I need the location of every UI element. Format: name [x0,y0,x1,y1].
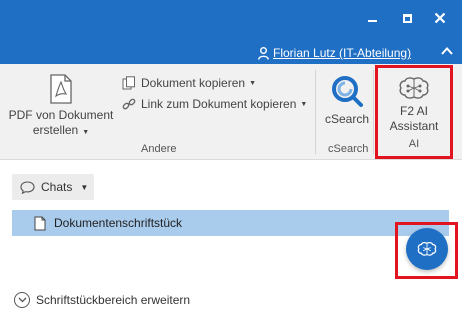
chevron-down-icon: ▼ [249,79,256,87]
user-icon [258,46,269,60]
title-bar: Florian Lutz (IT-Abteilung) [0,0,462,64]
csearch-label: cSearch [324,112,370,126]
user-name[interactable]: Florian Lutz (IT-Abteilung) [273,46,411,60]
csearch-icon [332,76,363,107]
close-icon [434,12,446,24]
minimize-icon [367,20,377,22]
content-pane: Chats ▼ Dokumentenschriftstück Schriftst… [0,160,462,324]
user-account-link[interactable]: Florian Lutz (IT-Abteilung) [258,44,411,62]
chevron-down-icon: ▼ [82,129,90,136]
pdf-document-icon [50,74,72,104]
pdf-button-line1: PDF von Dokument [8,108,114,122]
group-separator [315,70,316,154]
copy-icon [122,76,135,90]
maximize-icon [402,13,412,23]
brain-circuit-icon [399,77,429,99]
expand-document-area-button[interactable]: Schriftstückbereich erweitern [14,292,190,308]
group-separator [373,70,374,154]
ai-button-line1: F2 AI [399,104,428,118]
ribbon: PDF von Dokument erstellen ▼ Dokument kop… [0,64,462,160]
document-icon [34,216,46,230]
close-button[interactable] [428,8,452,28]
create-pdf-button[interactable]: PDF von Dokument erstellen ▼ [6,74,116,154]
chat-bubble-icon [20,180,35,194]
brain-circuit-icon [417,241,437,256]
ai-button-line2: Assistant [389,119,439,133]
chevron-down-icon: ▼ [80,182,89,192]
group-label-csearch: cSearch [328,143,369,155]
group-label-andere: Andere [141,143,177,155]
group-label-ai: AI [408,138,420,150]
pdf-button-line2: erstellen [32,123,79,137]
minimize-button[interactable] [360,8,384,28]
chevron-down-icon: ▼ [300,100,308,108]
maximize-button[interactable] [395,8,419,28]
copy-link-label: Link zum Dokument kopieren [141,97,297,111]
f2-ai-assistant-button[interactable]: F2 AI Assistant AI [378,70,450,158]
copy-link-button[interactable]: Link zum Dokument kopieren ▼ [122,95,307,113]
document-list-item[interactable]: Dokumentenschriftstück [12,210,449,236]
csearch-button[interactable]: cSearch [322,74,372,134]
ai-assistant-fab-button[interactable] [406,228,448,270]
copy-document-label: Dokument kopieren [141,76,246,90]
link-icon [122,98,136,110]
copy-document-button[interactable]: Dokument kopieren ▼ [122,74,256,92]
chats-dropdown-button[interactable]: Chats ▼ [12,174,94,200]
expand-label: Schriftstückbereich erweitern [36,293,191,307]
expand-chevron-icon [14,292,30,308]
collapse-ribbon-icon[interactable] [440,44,454,58]
document-title: Dokumentenschriftstück [54,216,183,230]
chats-label: Chats [41,180,73,194]
